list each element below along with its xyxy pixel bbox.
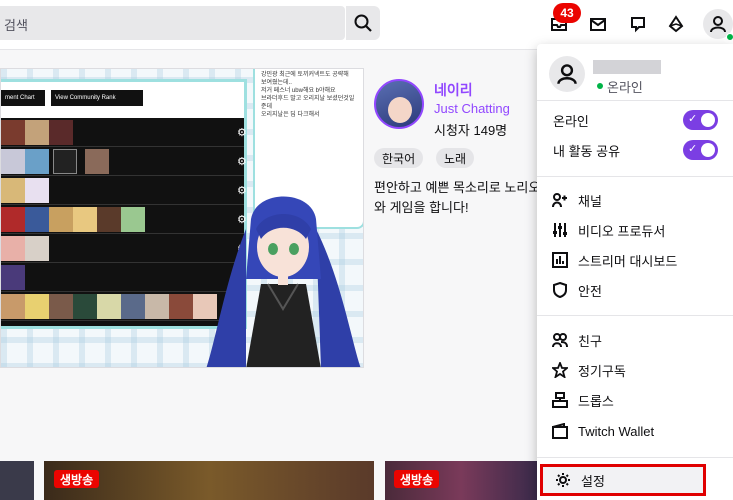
mail-icon (590, 18, 606, 31)
menu-item-label: 정기구독 (578, 363, 626, 379)
share-activity-label: 내 활동 공유 (553, 144, 621, 159)
search-icon (354, 14, 372, 32)
chat-line: 강민광 최근에 토끼커넥트도 공략해 (261, 72, 349, 78)
user-icon (557, 64, 577, 85)
shield-icon (552, 282, 568, 298)
menu-item-safety[interactable]: 안전 (537, 276, 733, 304)
divider (537, 176, 733, 177)
tier-button-rank: View Community Rank (51, 90, 143, 106)
online-toggle-label: 온라인 (553, 114, 589, 129)
menu-item-channel[interactable]: 채널 (537, 186, 733, 214)
menu-item-label: Twitch Wallet (578, 423, 655, 439)
username-redacted (593, 60, 661, 74)
menu-item-label: 친구 (578, 333, 602, 349)
search-button[interactable] (346, 6, 380, 40)
whispers-button[interactable] (582, 8, 614, 40)
tag-singing[interactable]: 노래 (436, 148, 475, 168)
user-icon (710, 16, 726, 33)
chat-line: 보여줬는데.. (261, 80, 292, 86)
menu-item-label: 드롭스 (578, 393, 614, 409)
drops-icon (552, 392, 568, 408)
bits-button[interactable] (660, 8, 692, 40)
menu-status-text: 온라인 (607, 80, 643, 95)
search-input[interactable]: 검색 (0, 6, 345, 40)
viewer-count: 시청자 149명 (434, 123, 508, 138)
menu-item-wallet[interactable]: Twitch Wallet (537, 417, 733, 445)
menu-item-creator-dashboard[interactable]: 스트리머 대시보드 (537, 246, 733, 274)
search-placeholder: 검색 (4, 18, 28, 33)
menu-avatar (549, 56, 585, 92)
tag-korean[interactable]: 한국어 (374, 148, 424, 168)
online-status-dot (726, 33, 733, 41)
stream-description: 편안하고 예쁜 목소리로 노리오와 게임을 합니다! (374, 180, 541, 215)
online-toggle[interactable] (683, 110, 718, 130)
menu-item-drops[interactable]: 드롭스 (537, 386, 733, 414)
top-nav: 검색 43 (0, 0, 733, 50)
gear-icon (555, 472, 571, 488)
chat-line: 오리지날은 딥 다크해서 (261, 112, 320, 118)
tier-row: ⚙ (1, 147, 247, 176)
friends-icon (552, 332, 568, 348)
bits-diamond-icon (668, 15, 684, 33)
chat-line: 브라더후드 말고 오리지날 보셨던것일 (261, 96, 355, 102)
stream-preview[interactable]: ment Chart View Community Rank ⚙ ⚙ ⚙ ⚙ ⚙… (0, 68, 364, 368)
status-dot (597, 83, 603, 89)
dashboard-icon (552, 252, 568, 268)
streamer-avatar[interactable] (374, 79, 424, 129)
divider (537, 100, 733, 101)
star-icon (552, 362, 568, 378)
divider (537, 315, 733, 316)
menu-item-friends[interactable]: 친구 (537, 326, 733, 354)
vtuber-avatar (206, 196, 361, 367)
tier-list-header: ment Chart View Community Rank (1, 82, 244, 118)
menu-item-label: 안전 (578, 283, 602, 299)
tier-button-chart: ment Chart (1, 90, 45, 106)
menu-item-label: 비디오 프로듀서 (578, 223, 666, 239)
stream-thumbnail[interactable] (0, 461, 34, 500)
menu-item-subscriptions[interactable]: 정기구독 (537, 356, 733, 384)
share-activity-toggle[interactable] (683, 140, 718, 160)
notification-badge: 43 (553, 3, 581, 23)
menu-item-label: 채널 (578, 193, 602, 209)
channel-icon (552, 192, 568, 208)
menu-item-video-producer[interactable]: 비디오 프로듀서 (537, 216, 733, 244)
chat-bubble-icon (631, 17, 645, 33)
chat-button[interactable] (622, 8, 654, 40)
menu-item-settings[interactable]: 설정 (540, 464, 706, 496)
menu-item-label: 스트리머 대시보드 (578, 253, 678, 269)
chat-line: 준데 (261, 104, 273, 110)
divider (537, 457, 733, 458)
streamer-name[interactable]: 네이리 (434, 80, 473, 100)
stream-category[interactable]: Just Chatting (434, 101, 510, 116)
wallet-icon (552, 423, 568, 439)
user-dropdown-menu: 온라인 온라인 내 활동 공유 채널 비디오 프로듀서 스트리머 대시보드 안전… (537, 44, 733, 500)
live-badge: 생방송 (394, 470, 440, 488)
chat-line: 저거 페스너 ubw해요 b야해요 (261, 88, 336, 94)
menu-item-label: 설정 (581, 473, 605, 489)
tier-row: ⚙ (1, 118, 247, 147)
live-badge: 생방송 (54, 470, 100, 488)
video-producer-icon (552, 222, 568, 238)
